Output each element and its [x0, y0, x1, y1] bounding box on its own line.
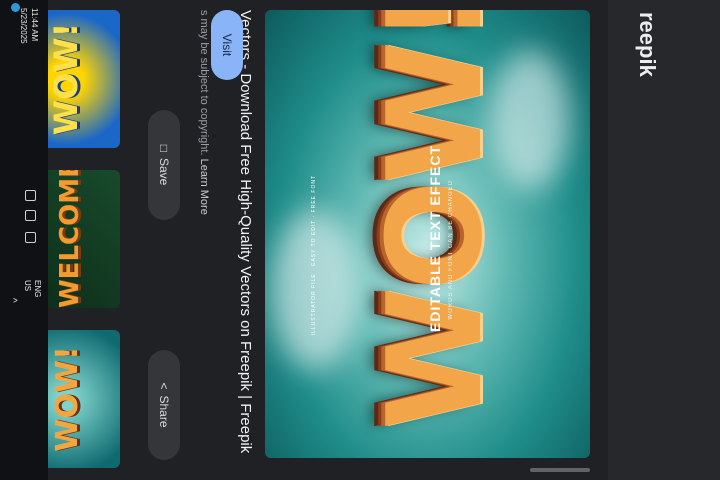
volume-icon[interactable]	[25, 190, 36, 201]
time-text: 11:44 AM	[30, 8, 39, 42]
copyright-disclaimer: s may be subject to copyright. Learn Mor…	[198, 10, 210, 215]
save-label: Save	[157, 157, 171, 186]
site-brand: reepik	[635, 12, 660, 77]
scrollbar[interactable]	[530, 468, 590, 472]
rotated-frame: reepik WOW! EDITABLE TEXT EFFECT WORDS A…	[0, 0, 720, 480]
share-icon: <	[157, 382, 171, 390]
save-button[interactable]: □ Save	[148, 110, 180, 220]
visit-button[interactable]: Visit	[211, 10, 243, 80]
notification-icon[interactable]	[11, 3, 20, 12]
preview-headline: EDITABLE TEXT EFFECT	[427, 145, 443, 332]
screen: reepik WOW! EDITABLE TEXT EFFECT WORDS A…	[0, 0, 720, 480]
language-indicator[interactable]: ENG US	[22, 280, 42, 306]
image-preview[interactable]: WOW! EDITABLE TEXT EFFECT WORDS AND FONT…	[265, 10, 590, 458]
visit-label: Visit	[220, 33, 234, 57]
taskbar: 11:44 AM 5/23/2025 ENG US ^	[0, 0, 48, 480]
result-title[interactable]: Vectors - Download Free High-Quality Vec…	[235, 10, 255, 480]
thumbnail-text: WELCOME	[55, 170, 85, 308]
clock[interactable]: 11:44 AM 5/23/2025	[18, 8, 40, 68]
wifi-icon[interactable]	[25, 210, 36, 221]
date-text: 5/23/2025	[19, 8, 28, 44]
preview-note: ILLUSTRATOR FILE · EASY TO EDIT · FREE F…	[311, 175, 317, 336]
thumbnail-text: WOW!	[47, 22, 85, 136]
top-bar: reepik	[79, 0, 720, 480]
preview-subline: WORDS AND FONT CAN BE CHANGED	[448, 180, 454, 320]
share-button[interactable]: < Share	[148, 350, 180, 460]
battery-icon[interactable]	[25, 232, 36, 243]
tray-chevron-icon[interactable]: ^	[7, 298, 18, 303]
share-label: Share	[157, 395, 171, 428]
learn-more-link[interactable]: Learn More	[198, 159, 210, 215]
thumbnail-text: WOW!	[50, 346, 85, 452]
disclaimer-text: s may be subject to copyright.	[198, 10, 210, 156]
bookmark-icon: □	[157, 144, 171, 152]
